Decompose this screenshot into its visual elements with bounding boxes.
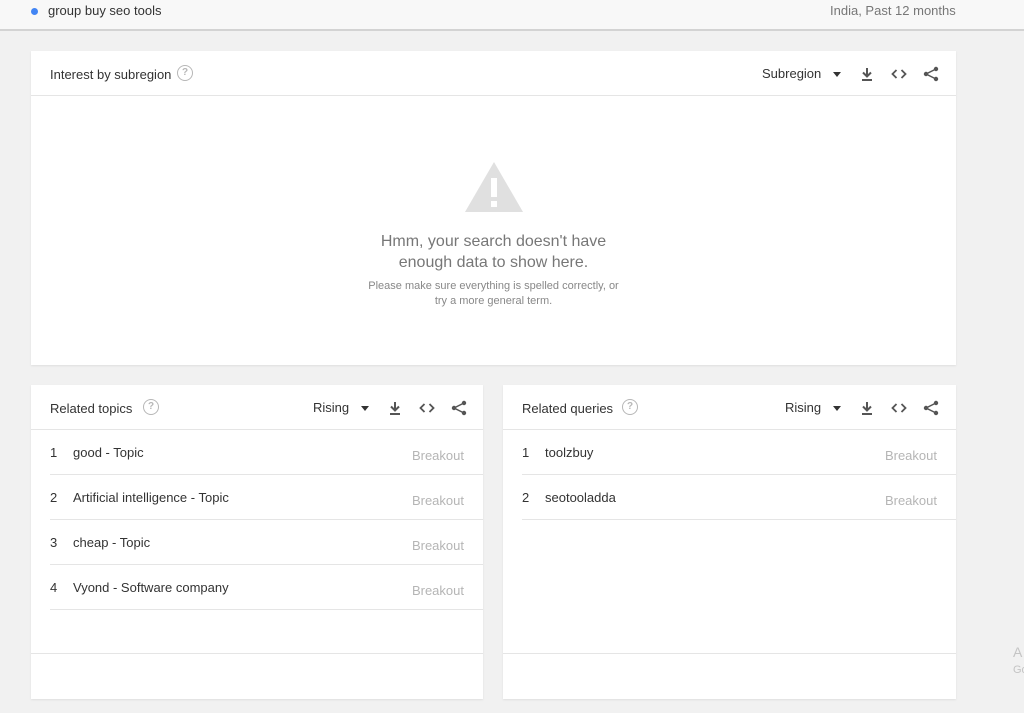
help-icon[interactable]: ? <box>622 399 638 415</box>
help-icon[interactable]: ? <box>177 65 193 81</box>
related-topics-card: Related topics ? Rising 1 good - Topic B… <box>31 385 483 699</box>
topics-list: 1 good - Topic Breakout 2 Artificial int… <box>50 430 483 610</box>
activation-watermark-subtext: Go <box>1013 664 1024 676</box>
card-title: Related queries <box>522 401 614 416</box>
term-color-dot <box>31 8 38 15</box>
empty-sub-line: try a more general term. <box>434 295 553 307</box>
embed-icon[interactable] <box>891 66 907 82</box>
list-item[interactable]: 2 Artificial intelligence - Topic Breako… <box>50 475 483 520</box>
card-header: Interest by subregion ? Subregion <box>31 51 956 96</box>
row-value: Breakout <box>411 448 464 463</box>
list-item[interactable]: 1 toolzbuy Breakout <box>522 430 956 475</box>
list-item[interactable]: 2 seotooladda Breakout <box>522 475 956 520</box>
empty-state: Hmm, your search doesn't have enough dat… <box>31 161 956 309</box>
share-icon[interactable] <box>923 66 939 82</box>
queries-list: 1 toolzbuy Breakout 2 seotooladda Breako… <box>522 430 956 520</box>
chevron-down-icon[interactable] <box>833 72 841 77</box>
row-rank: 3 <box>50 535 58 550</box>
row-label[interactable]: good - Topic <box>73 445 144 460</box>
empty-state-subtitle: Please make sure everything is spelled c… <box>31 279 956 309</box>
card-footer <box>31 653 483 699</box>
rising-dropdown[interactable]: Rising <box>313 400 349 415</box>
subregion-dropdown[interactable]: Subregion <box>762 66 821 81</box>
card-header: Related topics ? Rising <box>31 385 483 430</box>
row-label[interactable]: cheap - Topic <box>73 535 150 550</box>
embed-icon[interactable] <box>891 400 907 416</box>
related-queries-card: Related queries ? Rising 1 toolzbuy Brea… <box>503 385 956 699</box>
search-term-label: group buy seo tools <box>48 3 162 18</box>
row-label[interactable]: seotooladda <box>545 490 616 505</box>
card-footer <box>503 653 956 699</box>
download-icon[interactable] <box>859 400 875 416</box>
row-label[interactable]: toolzbuy <box>545 445 593 460</box>
warning-icon <box>464 162 523 212</box>
card-header: Related queries ? Rising <box>503 385 956 430</box>
row-value: Breakout <box>411 493 464 508</box>
card-title: Related topics <box>50 401 133 416</box>
empty-state-title: Hmm, your search doesn't have enough dat… <box>31 231 956 273</box>
help-icon[interactable]: ? <box>143 399 159 415</box>
row-label[interactable]: Vyond - Software company <box>73 580 229 595</box>
row-value: Breakout <box>884 493 937 508</box>
search-term-bar: group buy seo tools India, Past 12 month… <box>0 0 1024 31</box>
row-value: Breakout <box>411 538 464 553</box>
share-icon[interactable] <box>451 400 467 416</box>
row-rank: 4 <box>50 580 58 595</box>
list-item[interactable]: 3 cheap - Topic Breakout <box>50 520 483 565</box>
chevron-down-icon[interactable] <box>833 406 841 411</box>
download-icon[interactable] <box>859 66 875 82</box>
interest-by-subregion-card: Interest by subregion ? Subregion Hmm, y… <box>31 51 956 365</box>
row-rank: 1 <box>50 445 58 460</box>
empty-title-line: enough data to show here. <box>398 254 589 271</box>
row-rank: 1 <box>522 445 530 460</box>
list-item[interactable]: 4 Vyond - Software company Breakout <box>50 565 483 610</box>
row-value: Breakout <box>884 448 937 463</box>
search-term-meta: India, Past 12 months <box>830 3 956 18</box>
rising-dropdown[interactable]: Rising <box>785 400 821 415</box>
chevron-down-icon[interactable] <box>361 406 369 411</box>
row-label[interactable]: Artificial intelligence - Topic <box>73 490 229 505</box>
list-item[interactable]: 1 good - Topic Breakout <box>50 430 483 475</box>
empty-title-line: Hmm, your search doesn't have <box>380 233 607 250</box>
share-icon[interactable] <box>923 400 939 416</box>
activation-watermark-text: A <box>1013 644 1023 660</box>
embed-icon[interactable] <box>419 400 435 416</box>
row-rank: 2 <box>522 490 530 505</box>
card-title: Interest by subregion <box>50 67 172 82</box>
row-rank: 2 <box>50 490 58 505</box>
empty-sub-line: Please make sure everything is spelled c… <box>368 280 619 292</box>
row-value: Breakout <box>411 583 464 598</box>
download-icon[interactable] <box>387 400 403 416</box>
